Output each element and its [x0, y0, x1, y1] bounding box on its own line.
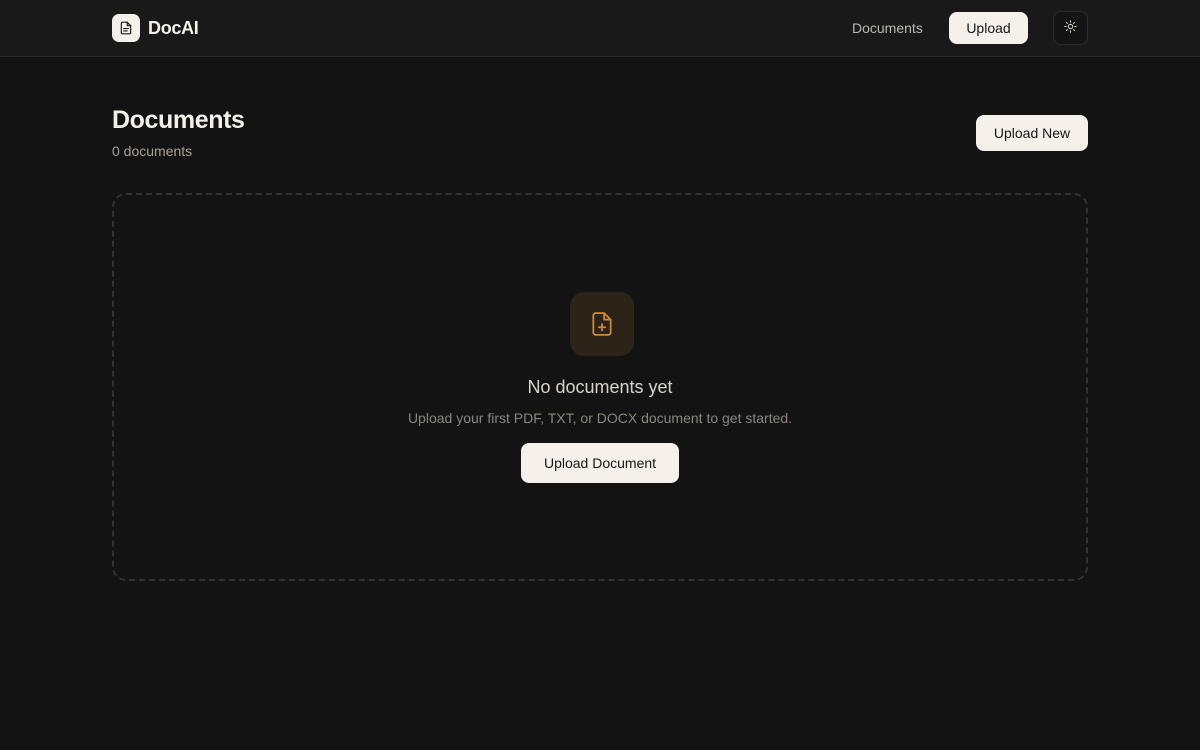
nav-documents-link[interactable]: Documents: [852, 17, 923, 39]
brand-link[interactable]: DocAI: [112, 14, 199, 42]
brand-name: DocAI: [148, 17, 199, 38]
nav-upload-button[interactable]: Upload: [949, 12, 1028, 44]
empty-state-description: Upload your first PDF, TXT, or DOCX docu…: [407, 410, 793, 426]
upload-new-button[interactable]: Upload New: [976, 115, 1088, 151]
top-navbar: DocAI Documents Upload: [0, 0, 1200, 57]
file-plus-icon: [570, 292, 634, 356]
theme-toggle-button[interactable]: [1053, 11, 1088, 45]
file-text-icon: [112, 14, 140, 42]
empty-state-title: No documents yet: [527, 377, 673, 397]
empty-state-dropzone[interactable]: No documents yet Upload your first PDF, …: [112, 193, 1088, 581]
upload-document-button[interactable]: Upload Document: [521, 443, 679, 483]
sun-icon: [1064, 20, 1077, 36]
page-title: Documents: [112, 106, 245, 134]
document-count: 0 documents: [112, 143, 193, 159]
